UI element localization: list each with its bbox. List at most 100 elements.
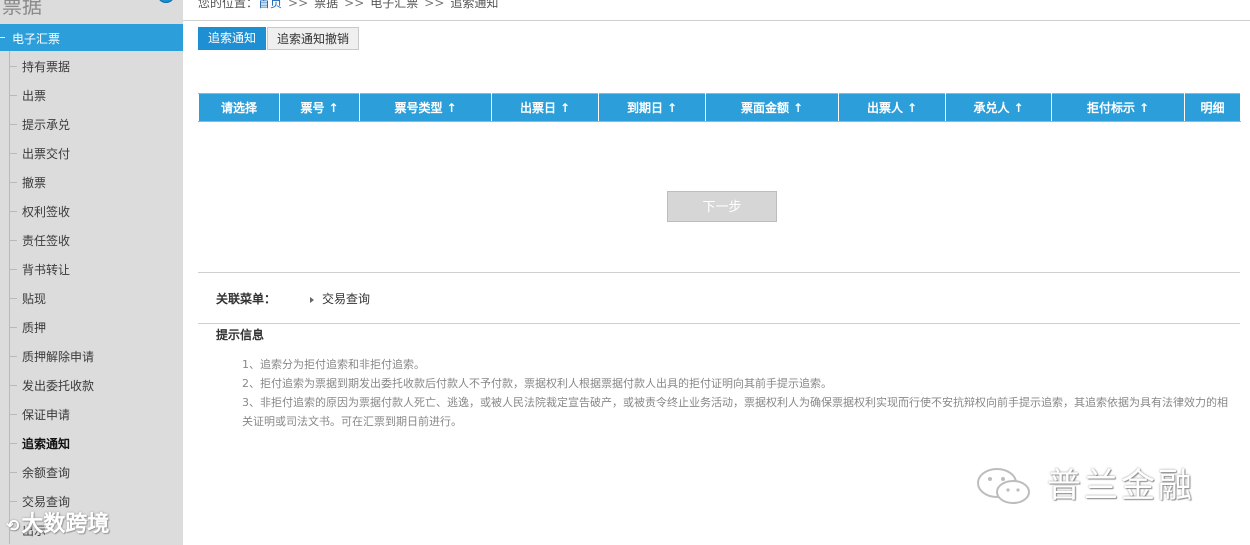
breadcrumb-item-edraft: 电子汇票 xyxy=(370,0,419,10)
col-bill-no[interactable]: 票号 ↑ xyxy=(279,93,360,122)
tree-branch xyxy=(9,124,17,125)
tip-line: 1、追索分为拒付追索和非拒付追索。 xyxy=(242,358,425,371)
col-select: 请选择 xyxy=(198,93,280,122)
tips-divider xyxy=(198,323,1240,324)
table-header-row: 请选择 票号 ↑ 票号类型 ↑ 出票日 ↑ 到期日 ↑ 票面金额 ↑ 出票人 ↑ 承兑人 ↑ … xyxy=(198,93,1241,122)
sidebar-item[interactable]: 撤票 xyxy=(0,167,183,196)
sidebar-header: 票据 xyxy=(0,0,183,22)
sort-arrow-icon[interactable]: ↑ xyxy=(446,101,456,115)
tree-branch xyxy=(9,501,17,502)
sidebar-item[interactable]: 质押 xyxy=(0,312,183,341)
breadcrumb: 您的位置：首页 >> 票据 >> 电子汇票 >> 追索通知 xyxy=(198,0,498,11)
col-acceptor[interactable]: 承兑人 ↑ xyxy=(945,93,1052,122)
sidebar-item-label: 出票 xyxy=(22,89,47,103)
sort-arrow-icon[interactable]: ↑ xyxy=(667,101,677,115)
sidebar-item-label: 责任签收 xyxy=(22,234,71,248)
col-drawer[interactable]: 出票人 ↑ xyxy=(838,93,946,122)
sidebar-group-label: 电子汇票 xyxy=(12,32,61,46)
sidebar-item-label: 持有票据 xyxy=(22,60,71,74)
sidebar-item-label: 提示承兑 xyxy=(22,118,71,132)
sidebar-items: 持有票据出票提示承兑出票交付撤票权利签收责任签收背书转让贴现质押质押解除申请 发出… xyxy=(0,51,183,544)
tree-branch xyxy=(9,414,17,415)
sidebar-title: 票据 xyxy=(2,0,42,18)
sidebar-item-label: 余额查询 xyxy=(22,466,71,480)
next-step-button[interactable]: 下一步 xyxy=(667,191,777,222)
sidebar-item[interactable]: 权利签收 xyxy=(0,196,183,225)
breadcrumb-item-bills: 票据 xyxy=(314,0,339,10)
sort-arrow-icon[interactable]: ↑ xyxy=(1139,101,1149,115)
tree-branch xyxy=(9,269,17,270)
sidebar-group-electronic-draft[interactable]: 电子汇票 xyxy=(0,24,183,51)
tree-branch xyxy=(9,327,17,328)
sidebar-item[interactable]: 提示承兑 xyxy=(0,109,183,138)
sidebar-item[interactable]: 出票 xyxy=(0,80,183,109)
sidebar-item[interactable]: 出票交付 xyxy=(0,138,183,167)
sidebar-item-label: 发出委托收款 xyxy=(22,379,95,393)
breadcrumb-item-current: 追索通知 xyxy=(450,0,499,10)
col-issue-date[interactable]: 出票日 ↑ xyxy=(491,93,599,122)
sort-arrow-icon[interactable]: ↑ xyxy=(1013,101,1023,115)
sidebar: 票据 电子汇票 持有票据出票提示承兑出票交付撤票权利签收责任签收背书转让贴现质押… xyxy=(0,0,183,545)
sidebar-item[interactable]: 责任签收 xyxy=(0,225,183,254)
tree-branch xyxy=(9,443,17,444)
sidebar-item-label: 保证申请 xyxy=(22,408,71,422)
tip-line: 3、非拒付追索的原因为票据付款人死亡、逃逸，或被人民法院裁定宣告破产，或被责令终… xyxy=(242,396,1228,428)
col-face-amount[interactable]: 票面金额 ↑ xyxy=(705,93,839,122)
sidebar-item[interactable]: 持有票据 xyxy=(0,51,183,80)
col-detail: 明细 xyxy=(1184,93,1241,122)
section-divider xyxy=(198,272,1240,273)
sidebar-item-label: 出票交付 xyxy=(22,147,71,161)
tips-body: 1、追索分为拒付追索和非拒付追索。 2、拒付追索为票据到期发出委托收款后付款人不… xyxy=(242,355,1237,431)
related-link-text[interactable]: 交易查询 xyxy=(322,292,370,306)
tree-branch xyxy=(9,66,17,67)
tips-title: 提示信息 xyxy=(216,328,265,342)
sidebar-item[interactable]: 贴现 xyxy=(0,283,183,312)
tree-branch xyxy=(9,95,17,96)
sidebar-item[interactable]: 保证申请 xyxy=(0,399,183,428)
sidebar-item-label: 撤票 xyxy=(22,176,47,190)
sidebar-item-label: 权利签收 xyxy=(22,205,71,219)
col-due-date[interactable]: 到期日 ↑ xyxy=(598,93,706,122)
tree-dash xyxy=(0,37,5,38)
tree-branch xyxy=(9,472,17,473)
related-link-transaction-query[interactable]: 交易查询 xyxy=(310,290,370,307)
tab-recourse-notice-cancel[interactable]: 追索通知撤销 xyxy=(267,27,359,50)
tree-branch xyxy=(9,298,17,299)
triangle-right-icon xyxy=(310,296,314,303)
sidebar-item[interactable]: 背书转让 xyxy=(0,254,183,283)
sidebar-item[interactable]: 发出委托收款 xyxy=(0,370,183,399)
breadcrumb-prefix: 您的位置： xyxy=(198,0,259,10)
watermark-right-text: 普兰金融 xyxy=(1047,466,1195,506)
watermark-logo-icon: ⟲ xyxy=(6,516,20,535)
sidebar-item-label: 质押解除申请 xyxy=(22,350,95,364)
sidebar-item-label: 贴现 xyxy=(22,292,47,306)
sort-arrow-icon[interactable]: ↑ xyxy=(793,101,803,115)
sidebar-item-label: 背书转让 xyxy=(22,263,71,277)
breadcrumb-home-link[interactable]: 首页 xyxy=(258,0,282,10)
tree-branch xyxy=(9,240,17,241)
tree-branch xyxy=(9,385,17,386)
sidebar-item[interactable]: 追索通知 xyxy=(0,428,183,457)
breadcrumb-sep: >> xyxy=(344,0,365,10)
col-dishonor-flag[interactable]: 拒付标示 ↑ xyxy=(1051,93,1185,122)
col-bill-type[interactable]: 票号类型 ↑ xyxy=(359,93,492,122)
sort-arrow-icon[interactable]: ↑ xyxy=(560,101,570,115)
watermark-left-text: 大数跨境 xyxy=(21,512,110,537)
breadcrumb-sep: >> xyxy=(288,0,309,10)
related-menu-label: 关联菜单： xyxy=(216,292,277,306)
collapse-icon[interactable] xyxy=(157,0,175,3)
sidebar-item-label: 质押 xyxy=(22,321,47,335)
wechat-icon xyxy=(977,468,1030,504)
sidebar-item[interactable]: 质押解除申请 xyxy=(0,341,183,370)
watermark-right: 普兰金融 xyxy=(975,458,1215,508)
sidebar-item-label: 追索通知 xyxy=(22,437,71,451)
breadcrumb-divider xyxy=(183,20,1250,21)
sort-arrow-icon[interactable]: ↑ xyxy=(907,101,917,115)
sidebar-item[interactable]: 余额查询 xyxy=(0,457,183,486)
tab-recourse-notice[interactable]: 追索通知 xyxy=(198,27,266,50)
watermark-left: ⟲大数跨境 xyxy=(6,506,109,538)
sort-arrow-icon[interactable]: ↑ xyxy=(328,101,338,115)
breadcrumb-sep: >> xyxy=(424,0,445,10)
tree-branch xyxy=(9,153,17,154)
tip-line: 2、拒付追索为票据到期发出委托收款后付款人不予付款，票据权利人根据票据付款人出具… xyxy=(242,377,832,390)
